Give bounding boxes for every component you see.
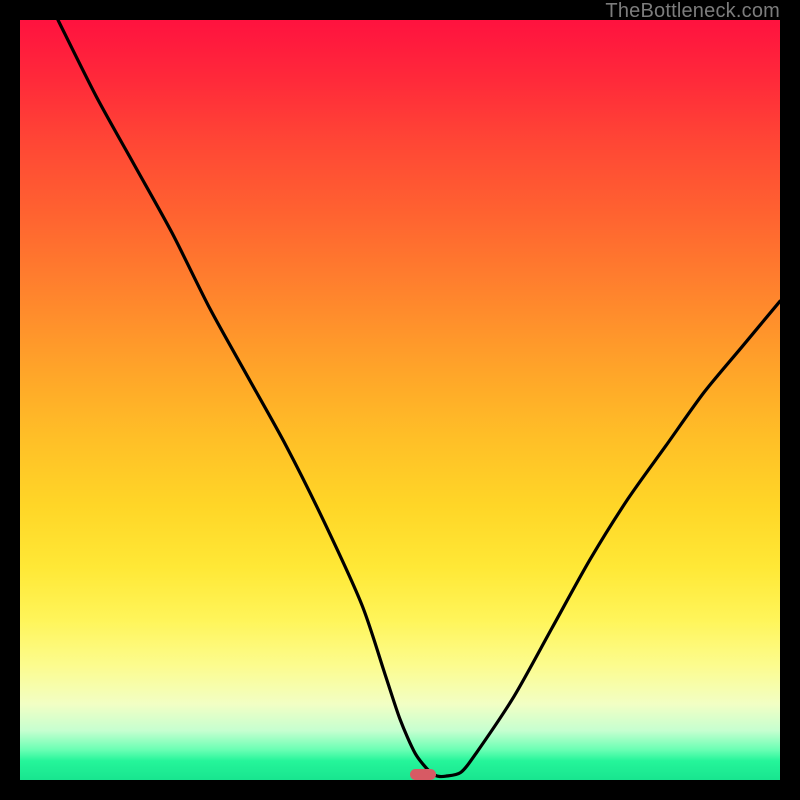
- plot-area: [20, 20, 780, 780]
- chart-frame: TheBottleneck.com: [0, 0, 800, 800]
- curve-path: [58, 20, 780, 777]
- bottleneck-curve: [20, 20, 780, 780]
- marker-pill: [410, 769, 436, 780]
